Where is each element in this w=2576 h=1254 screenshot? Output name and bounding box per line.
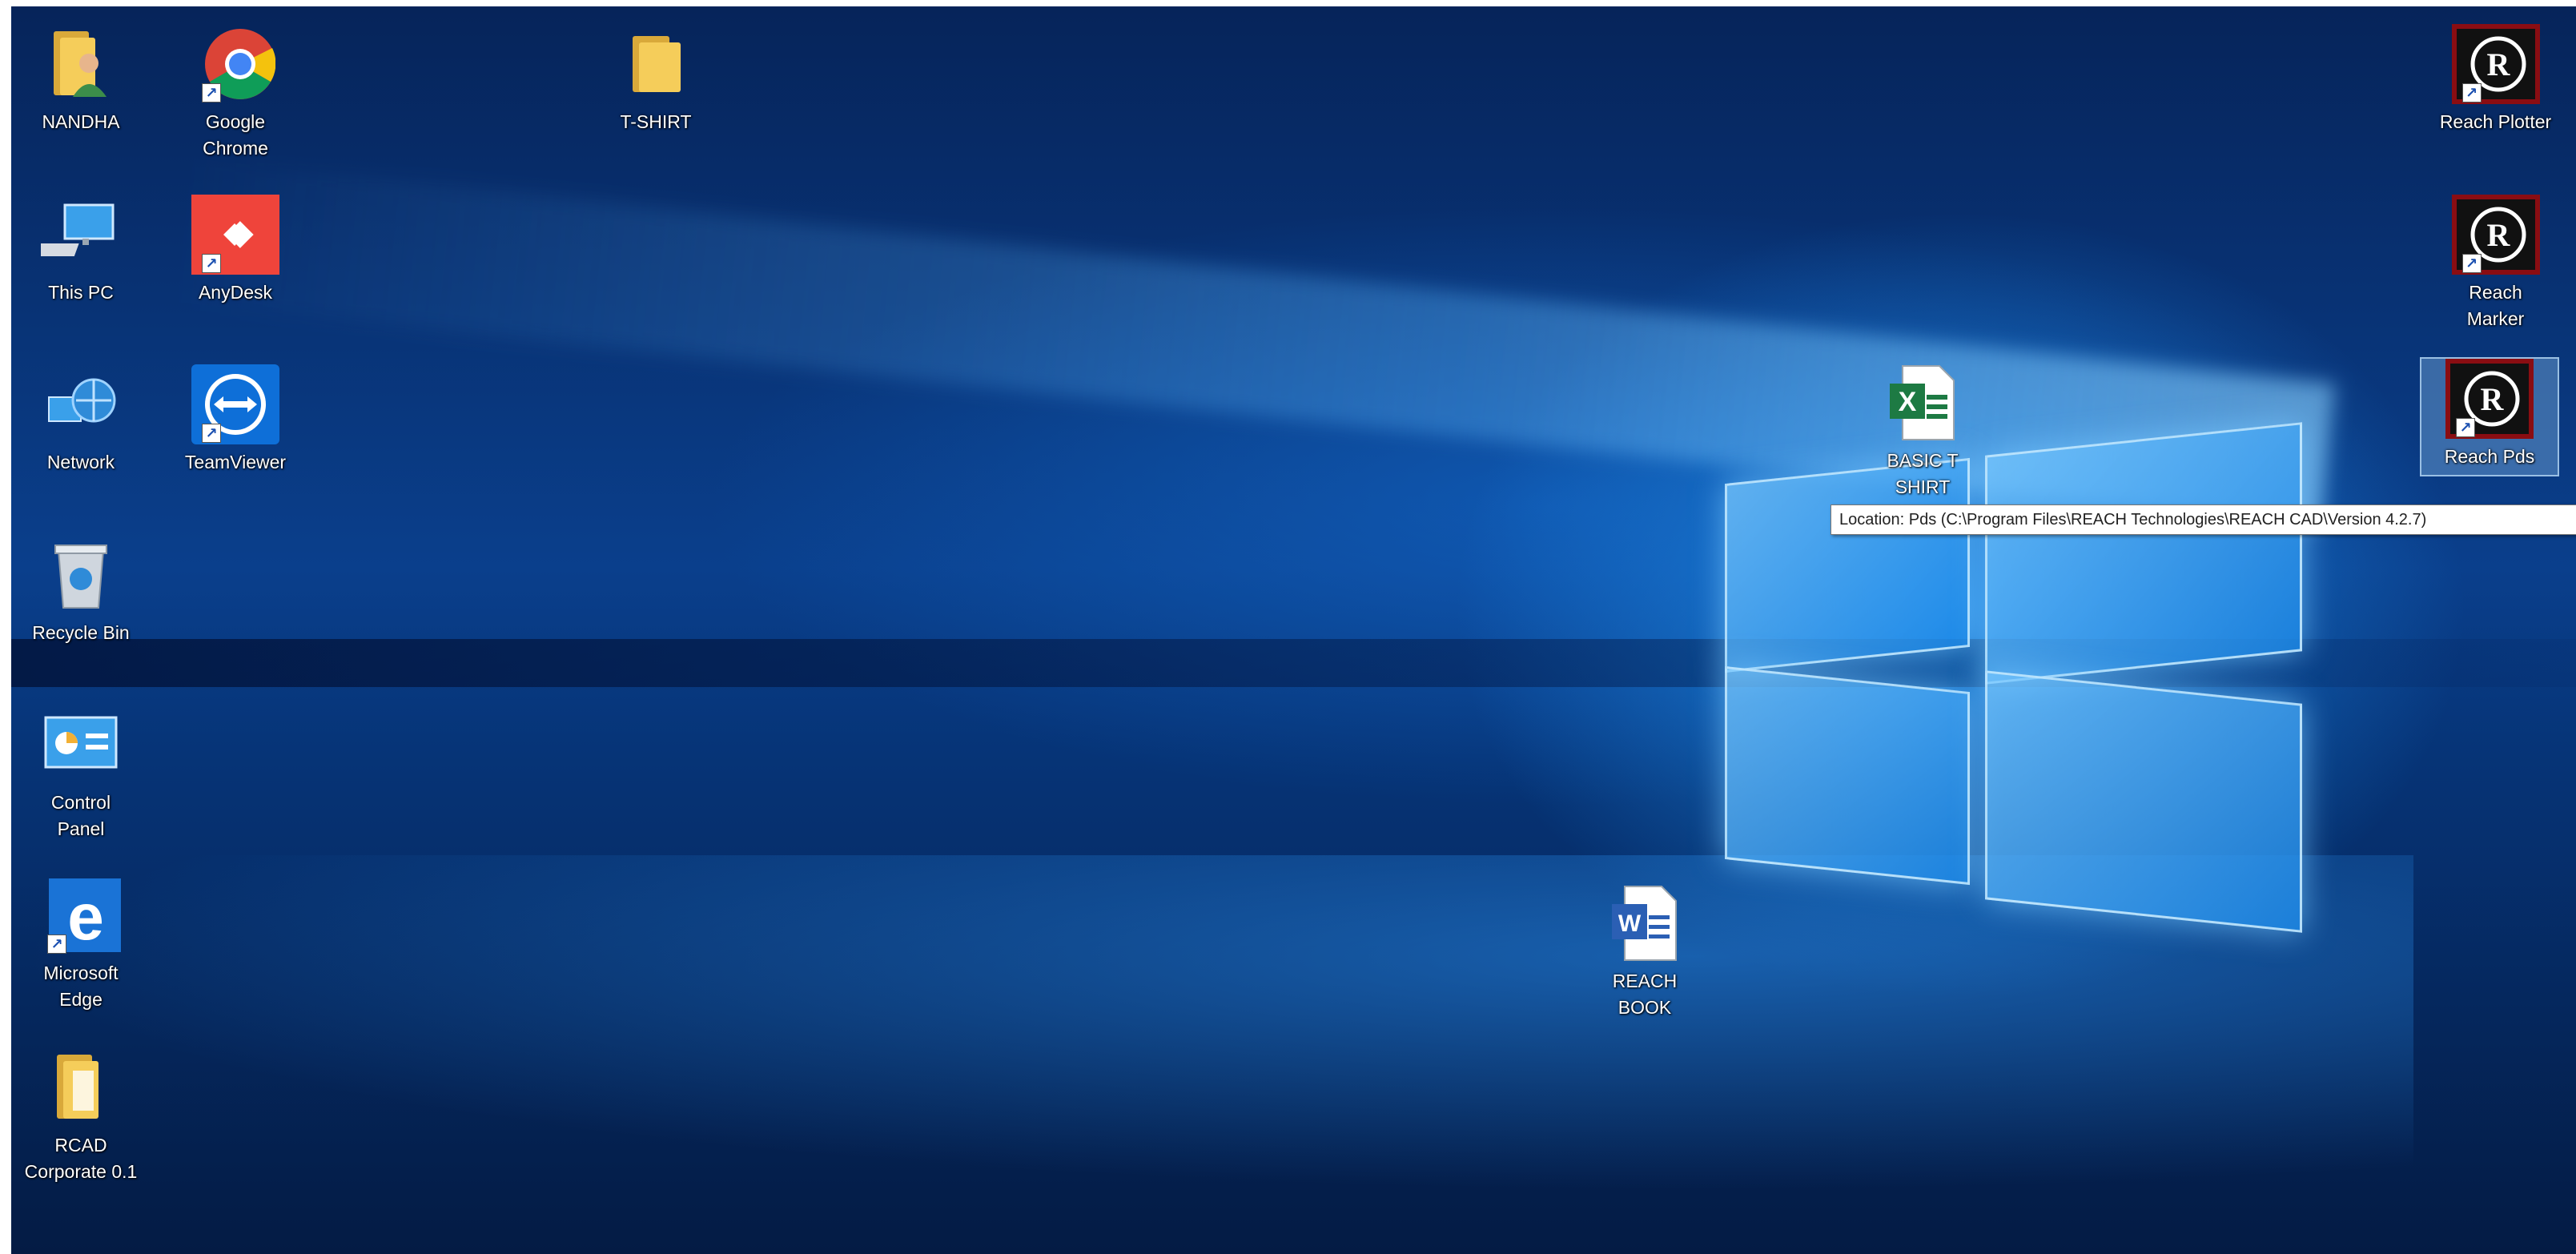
reach-logo-icon: R ↗ xyxy=(2451,195,2541,275)
control-panel-icon xyxy=(36,705,126,785)
edge-icon: e ↗ xyxy=(36,875,126,955)
logo-pane xyxy=(1725,665,1970,886)
folder-icon xyxy=(611,24,701,104)
windows-logo-wallpaper xyxy=(1709,415,2317,959)
desktop-icon-control-panel[interactable]: Control Panel xyxy=(21,705,141,842)
desktop-icon-anydesk[interactable]: ↗ AnyDesk xyxy=(175,195,295,306)
desktop-icon-reach-marker[interactable]: R ↗ Reach Marker xyxy=(2429,195,2562,332)
tooltip: Location: Pds (C:\Program Files\REACH Te… xyxy=(1831,504,2576,535)
svg-text:W: W xyxy=(1618,910,1642,937)
desktop-icon-reach-plotter[interactable]: R ↗ Reach Plotter xyxy=(2429,24,2562,135)
icon-label: Network xyxy=(46,452,115,472)
desktop[interactable]: NANDHA This PC Network Recycle Bin Contr… xyxy=(11,6,2576,1254)
svg-text:R: R xyxy=(2486,46,2510,82)
desktop-icon-reach-pds[interactable]: R ↗ Reach Pds xyxy=(2420,357,2559,476)
icon-label: NANDHA xyxy=(42,111,120,132)
icon-label: TeamViewer xyxy=(184,452,287,472)
teamviewer-icon: ↗ xyxy=(191,364,280,444)
desktop-icon-recycle-bin[interactable]: Recycle Bin xyxy=(21,535,141,646)
desktop-icon-tshirt-folder[interactable]: T-SHIRT xyxy=(596,24,716,135)
shortcut-arrow-icon: ↗ xyxy=(47,934,66,954)
icon-label: Microsoft Edge xyxy=(43,963,119,1010)
desktop-icon-teamviewer[interactable]: ↗ TeamViewer xyxy=(175,364,295,476)
shortcut-arrow-icon: ↗ xyxy=(2461,83,2482,102)
excel-file-icon: X xyxy=(1878,363,1967,443)
svg-text:R: R xyxy=(2486,217,2510,253)
shortcut-arrow-icon: ↗ xyxy=(202,83,221,102)
svg-text:X: X xyxy=(1899,387,1917,417)
icon-label: T-SHIRT xyxy=(620,111,692,132)
anydesk-icon: ↗ xyxy=(191,195,280,275)
icon-label: AnyDesk xyxy=(198,282,273,303)
shortcut-arrow-icon: ↗ xyxy=(202,254,221,273)
reach-logo-icon: R ↗ xyxy=(2445,359,2534,439)
desktop-icon-microsoft-edge[interactable]: e ↗ Microsoft Edge xyxy=(21,875,141,1013)
icon-label: Reach Pds xyxy=(2444,446,2535,467)
desktop-icon-nandha[interactable]: NANDHA xyxy=(21,24,141,135)
shortcut-arrow-icon: ↗ xyxy=(2461,254,2482,273)
network-globe-icon xyxy=(36,364,126,444)
icon-label: Google Chrome xyxy=(203,111,268,159)
desktop-icon-network[interactable]: Network xyxy=(21,364,141,476)
desktop-icon-reach-book[interactable]: W REACH BOOK xyxy=(1585,883,1705,1021)
chrome-icon: ↗ xyxy=(191,24,280,104)
icon-label: BASIC T SHIRT xyxy=(1887,450,1959,497)
icon-label: Reach Marker xyxy=(2466,282,2525,329)
desktop-icon-google-chrome[interactable]: ↗ Google Chrome xyxy=(175,24,295,162)
reach-logo-icon: R ↗ xyxy=(2451,24,2541,104)
recycle-bin-icon xyxy=(36,535,126,615)
desktop-icon-basic-tshirt[interactable]: X BASIC T SHIRT xyxy=(1863,363,1983,500)
logo-pane xyxy=(1985,670,2302,933)
user-folder-icon xyxy=(36,24,126,104)
shortcut-arrow-icon: ↗ xyxy=(202,424,221,443)
icon-label: RCAD Corporate 0.1 xyxy=(24,1135,138,1182)
desktop-icon-rcad-corporate[interactable]: RCAD Corporate 0.1 xyxy=(21,1047,141,1185)
logo-pane xyxy=(1985,422,2302,685)
desktop-icon-this-pc[interactable]: This PC xyxy=(21,195,141,306)
computer-icon xyxy=(36,195,126,275)
svg-text:e: e xyxy=(67,881,104,954)
folder-icon xyxy=(36,1047,126,1127)
icon-label: REACH BOOK xyxy=(1612,971,1678,1018)
word-file-icon: W xyxy=(1600,883,1690,963)
icon-label: Recycle Bin xyxy=(32,622,130,643)
svg-text:R: R xyxy=(2481,381,2505,417)
icon-label: Reach Plotter xyxy=(2439,111,2552,132)
icon-label: This PC xyxy=(48,282,114,303)
icon-label: Control Panel xyxy=(50,792,111,839)
shortcut-arrow-icon: ↗ xyxy=(2456,418,2475,437)
